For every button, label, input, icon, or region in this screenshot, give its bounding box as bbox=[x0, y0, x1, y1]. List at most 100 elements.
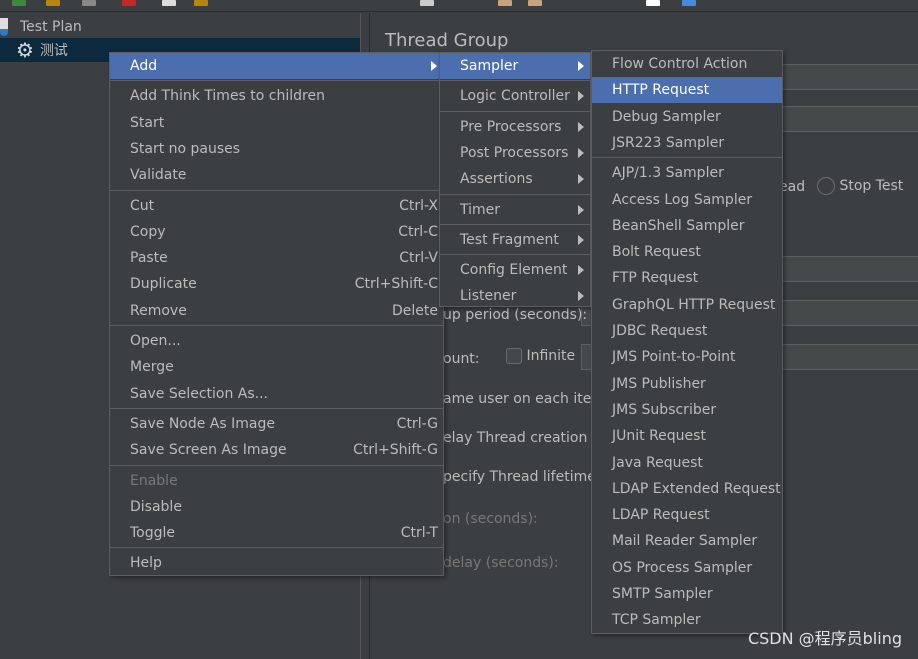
gear-icon: ⚙ bbox=[16, 38, 34, 62]
menu-item-save-screen-as-image[interactable]: Save Screen As Image Ctrl+Shift-G bbox=[110, 437, 443, 463]
clear-all-icon[interactable] bbox=[528, 0, 542, 6]
menu-item-smtp-sampler[interactable]: SMTP Sampler bbox=[592, 581, 782, 607]
shortcut-label: Delete bbox=[392, 302, 438, 319]
menu-item-ldap-extended-request[interactable]: LDAP Extended Request bbox=[592, 476, 782, 502]
menu-item-post-processors[interactable]: Post Processors bbox=[440, 140, 590, 166]
menu-item-jms-subscriber[interactable]: JMS Subscriber bbox=[592, 397, 782, 423]
shortcut-label: Ctrl-T bbox=[400, 525, 438, 542]
menu-item-http-request[interactable]: HTTP Request bbox=[592, 77, 782, 104]
menu-item-access-log-sampler[interactable]: Access Log Sampler bbox=[592, 187, 782, 213]
menu-item-bolt-request[interactable]: Bolt Request bbox=[592, 239, 782, 265]
menu-item-mail-reader-sampler[interactable]: Mail Reader Sampler bbox=[592, 528, 782, 554]
paste-icon[interactable] bbox=[194, 0, 208, 6]
menu-item-paste[interactable]: Paste Ctrl-V bbox=[110, 245, 443, 271]
menu-item-graphql-http-request[interactable]: GraphQL HTTP Request bbox=[592, 292, 782, 318]
menu-item-start[interactable]: Start bbox=[110, 110, 443, 136]
menu-item-add-think-times-to-children[interactable]: Add Think Times to children bbox=[110, 83, 443, 109]
menu-item-java-request[interactable]: Java Request bbox=[592, 450, 782, 476]
submenu-arrow-icon bbox=[578, 174, 584, 185]
context-menu: Add Add Think Times to children Start Start… bbox=[109, 52, 444, 576]
watermark: CSDN @程序员bling bbox=[747, 629, 902, 648]
submenu-arrow-icon bbox=[578, 61, 584, 71]
menu-separator bbox=[440, 193, 590, 195]
panel-title: Thread Group bbox=[385, 30, 509, 51]
submenu-arrow-icon bbox=[578, 265, 584, 276]
flask-icon bbox=[0, 18, 8, 36]
menu-separator bbox=[110, 80, 443, 82]
shortcut-label: Ctrl-C bbox=[398, 223, 438, 240]
submenu-arrow-icon bbox=[578, 204, 584, 215]
menu-item-save-node-as-image[interactable]: Save Node As Image Ctrl-G bbox=[110, 411, 443, 437]
menu-item-merge[interactable]: Merge bbox=[110, 354, 443, 380]
menu-separator bbox=[440, 223, 590, 225]
cut-icon[interactable] bbox=[122, 0, 136, 6]
copy-icon[interactable] bbox=[162, 0, 176, 6]
menu-item-enable[interactable]: Enable bbox=[110, 468, 443, 494]
menu-item-toggle[interactable]: Toggle Ctrl-T bbox=[110, 520, 443, 546]
menu-item-pre-processors[interactable]: Pre Processors bbox=[440, 114, 590, 140]
menu-item-os-process-sampler[interactable]: OS Process Sampler bbox=[592, 555, 782, 581]
menu-item-flow-control-action[interactable]: Flow Control Action bbox=[592, 51, 782, 77]
menu-item-config-element[interactable]: Config Element bbox=[440, 257, 590, 283]
menu-item-remove[interactable]: Remove Delete bbox=[110, 298, 443, 324]
menu-separator bbox=[110, 325, 443, 326]
menu-item-timer[interactable]: Timer bbox=[440, 197, 590, 223]
shortcut-label: Ctrl-X bbox=[399, 197, 438, 214]
stop-icon[interactable] bbox=[420, 0, 434, 6]
infinite-checkbox[interactable]: Infinite bbox=[506, 348, 575, 364]
menu-item-jdbc-request[interactable]: JDBC Request bbox=[592, 318, 782, 344]
menu-item-disable[interactable]: Disable bbox=[110, 494, 443, 520]
menu-item-save-selection-as[interactable]: Save Selection As... bbox=[110, 381, 443, 407]
menu-item-sampler[interactable]: Sampler bbox=[440, 53, 590, 79]
menu-item-cut[interactable]: Cut Ctrl-X bbox=[110, 193, 443, 219]
menu-item-jms-publisher[interactable]: JMS Publisher bbox=[592, 371, 782, 397]
menu-item-help[interactable]: Help bbox=[110, 550, 443, 576]
menu-separator bbox=[440, 80, 590, 82]
menu-separator bbox=[592, 157, 782, 159]
menu-separator bbox=[110, 464, 443, 466]
menu-item-ajp-1-3-sampler[interactable]: AJP/1.3 Sampler bbox=[592, 160, 782, 186]
menu-item-beanshell-sampler[interactable]: BeanShell Sampler bbox=[592, 213, 782, 239]
start-icon[interactable] bbox=[12, 0, 26, 6]
menu-separator bbox=[110, 407, 443, 409]
save-icon[interactable] bbox=[82, 0, 96, 6]
menu-item-assertions[interactable]: Assertions bbox=[440, 166, 590, 192]
menu-separator bbox=[110, 189, 443, 191]
submenu-arrow-icon bbox=[578, 91, 584, 102]
submenu-arrow-icon bbox=[431, 61, 437, 71]
menu-item-open[interactable]: Open... bbox=[110, 328, 443, 354]
tree-item-test-plan[interactable]: Test Plan bbox=[0, 15, 360, 39]
menu-item-test-fragment[interactable]: Test Fragment bbox=[440, 227, 590, 253]
submenu-arrow-icon bbox=[578, 234, 584, 245]
menu-item-duplicate[interactable]: Duplicate Ctrl+Shift-C bbox=[110, 271, 443, 297]
function-icon[interactable] bbox=[646, 0, 660, 6]
submenu-arrow-icon bbox=[578, 291, 584, 302]
help-icon[interactable] bbox=[682, 0, 696, 6]
shortcut-label: Ctrl-G bbox=[396, 415, 438, 432]
add-submenu: Sampler Logic Controller Pre Processors Pos… bbox=[439, 52, 591, 307]
menu-item-ldap-request[interactable]: LDAP Request bbox=[592, 502, 782, 528]
menu-separator bbox=[440, 254, 590, 256]
menu-item-junit-request[interactable]: JUnit Request bbox=[592, 423, 782, 449]
menu-item-jms-point-to-point[interactable]: JMS Point-to-Point bbox=[592, 344, 782, 370]
toolbar bbox=[0, 0, 918, 12]
menu-item-start-no-pauses[interactable]: Start no pauses bbox=[110, 136, 443, 162]
menu-item-debug-sampler[interactable]: Debug Sampler bbox=[592, 104, 782, 130]
submenu-arrow-icon bbox=[578, 121, 584, 132]
menu-item-validate[interactable]: Validate bbox=[110, 162, 443, 188]
clear-icon[interactable] bbox=[498, 0, 512, 6]
shortcut-label: Ctrl+Shift-C bbox=[354, 276, 438, 293]
menu-item-add[interactable]: Add bbox=[110, 53, 443, 79]
menu-item-logic-controller[interactable]: Logic Controller bbox=[440, 83, 590, 109]
menu-item-ftp-request[interactable]: FTP Request bbox=[592, 265, 782, 291]
menu-item-listener[interactable]: Listener bbox=[440, 283, 590, 309]
menu-item-copy[interactable]: Copy Ctrl-C bbox=[110, 219, 443, 245]
menu-separator bbox=[110, 547, 443, 549]
sampler-submenu: Flow Control Action HTTP Request Debug Sam… bbox=[591, 50, 783, 634]
menu-item-jsr223-sampler[interactable]: JSR223 Sampler bbox=[592, 130, 782, 156]
shortcut-label: Ctrl+Shift-G bbox=[353, 442, 438, 459]
stop-test-radio[interactable]: Stop Test bbox=[817, 177, 903, 195]
submenu-arrow-icon bbox=[578, 147, 584, 158]
menu-separator bbox=[440, 110, 590, 112]
open-icon[interactable] bbox=[46, 0, 60, 6]
